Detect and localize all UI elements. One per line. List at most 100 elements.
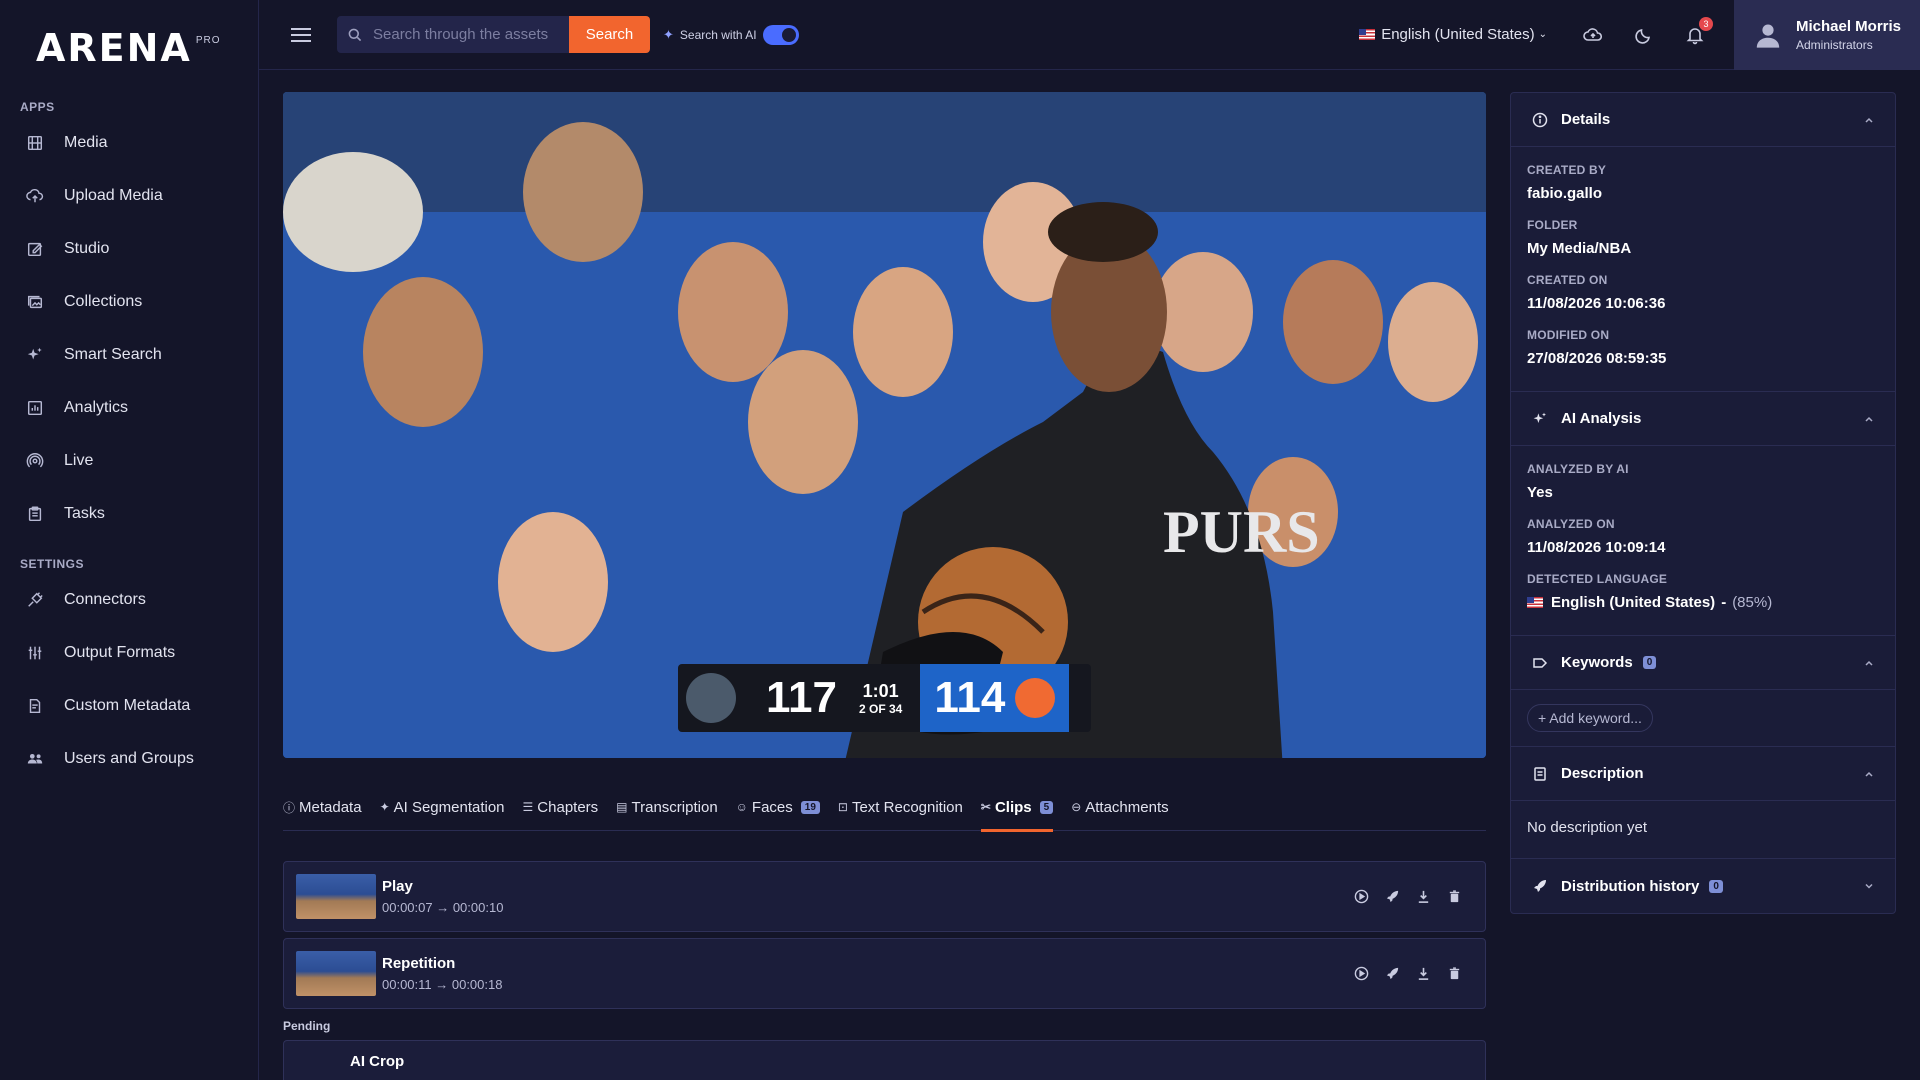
clip-thumbnail: [296, 951, 376, 996]
sliders-icon: [24, 642, 46, 664]
rocket-icon[interactable]: [1384, 965, 1401, 982]
list-item[interactable]: Repetition 00:00:11 → 00:00:18: [283, 938, 1486, 1009]
avatar: [1756, 24, 1780, 48]
field-label: MODIFIED ON: [1527, 328, 1610, 342]
sparkles-icon: ✦: [663, 26, 674, 42]
detail-field: ANALYZED ON 11/08/2026 10:09:14: [1527, 517, 1879, 556]
tab-clips[interactable]: ✂ Clips 5: [980, 784, 1054, 832]
sidebar-item-output-formats[interactable]: Output Formats: [0, 626, 258, 679]
separator: -: [1721, 594, 1727, 611]
trash-icon[interactable]: [1446, 965, 1463, 982]
sidebar-item-label: Collections: [64, 292, 143, 310]
sidebar-item-analytics[interactable]: Analytics: [0, 381, 258, 434]
document-icon: [1531, 765, 1549, 783]
broadcast-icon: [24, 450, 46, 472]
tab-label: Metadata: [299, 798, 362, 816]
sidebar-item-label: Media: [64, 133, 108, 151]
team-logo-icon: [686, 673, 736, 723]
logo-pro-label: PRO: [195, 34, 221, 46]
ai-analysis-body: ANALYZED BY AI Yes ANALYZED ON 11/08/2026 …: [1511, 446, 1895, 636]
us-flag-icon: [1359, 29, 1376, 40]
us-flag-icon: [1527, 597, 1543, 608]
away-score-block: 114: [920, 664, 1070, 732]
sparkles-icon: ✦: [379, 800, 390, 814]
content: PURS 1 117 1:01 2 OF 34 114: [259, 70, 1920, 1080]
pending-task-title: AI Crop: [350, 1053, 405, 1070]
detected-language-value: English (United States) - (85%): [1527, 594, 1879, 611]
sidebar-item-label: Custom Metadata: [64, 696, 191, 714]
list-item[interactable]: Play 00:00:07 → 00:00:10: [283, 861, 1486, 932]
info-icon: [1531, 111, 1549, 129]
description-title: Description: [1561, 765, 1644, 782]
search-input[interactable]: [373, 26, 553, 43]
sidebar-item-label: Output Formats: [64, 643, 176, 661]
language-label: English (United States): [1381, 26, 1535, 43]
ai-analysis-header[interactable]: AI Analysis: [1511, 392, 1895, 446]
cloud-upload-button[interactable]: [1581, 23, 1605, 47]
clip-actions: [1353, 965, 1463, 982]
moon-icon: [1635, 28, 1650, 44]
search-button[interactable]: Search: [569, 16, 650, 53]
sidebar-item-live[interactable]: Live: [0, 434, 258, 487]
clip-thumbnail: [296, 874, 376, 919]
tab-metadata[interactable]: ⓘ Metadata: [283, 784, 362, 831]
top-bar: Search ✦ Search with AI English (United …: [259, 0, 1920, 70]
sidebar-item-connectors[interactable]: Connectors: [0, 573, 258, 626]
details-header[interactable]: Details: [1511, 93, 1895, 147]
detail-field: ANALYZED BY AI Yes: [1527, 462, 1879, 501]
sidebar-item-users-and-groups[interactable]: Users and Groups: [0, 732, 258, 785]
download-icon[interactable]: [1415, 888, 1432, 905]
menu-toggle-icon[interactable]: [291, 24, 313, 46]
notification-count-badge: 3: [1699, 16, 1713, 31]
ai-search-toggle[interactable]: [762, 24, 799, 45]
tab-label: Transcription: [631, 798, 718, 816]
tab-attachments[interactable]: ⊖ Attachments: [1071, 784, 1168, 831]
sidebar-item-media[interactable]: Media: [0, 116, 258, 169]
tab-ai-segmentation[interactable]: ✦ AI Segmentation: [380, 784, 505, 831]
language-selector[interactable]: English (United States) ⌄: [1359, 26, 1547, 43]
tab-text-recognition[interactable]: ⊡ Text Recognition: [838, 784, 963, 831]
sidebar-item-label: Connectors: [64, 590, 146, 608]
field-value: My Media/NBA: [1527, 240, 1632, 257]
rocket-icon[interactable]: [1384, 888, 1401, 905]
search-icon: [348, 28, 362, 41]
tab-transcription[interactable]: ▤ Transcription: [616, 784, 717, 831]
user-menu[interactable]: Michael Morris Administrators: [1734, 0, 1920, 70]
sidebar-item-collections[interactable]: Collections: [0, 275, 258, 328]
clip-title: Repetition: [382, 955, 456, 972]
sidebar-item-custom-metadata[interactable]: Custom Metadata: [0, 679, 258, 732]
sidebar-item-tasks[interactable]: Tasks: [0, 487, 258, 540]
sidebar-item-label: Analytics: [64, 398, 129, 416]
tab-chapters[interactable]: ☰ Chapters: [523, 784, 599, 831]
details-card: Details CREATED BY fabio.gallo FOLDER My M…: [1510, 92, 1896, 914]
trash-icon[interactable]: [1446, 888, 1463, 905]
description-header[interactable]: Description: [1511, 747, 1895, 801]
game-clock-group: 1:01 2 OF 34: [859, 681, 902, 716]
notifications-button[interactable]: 3: [1683, 16, 1713, 47]
dark-mode-button[interactable]: [1632, 23, 1656, 47]
field-label: ANALYZED ON: [1527, 517, 1615, 531]
distribution-history-header[interactable]: Distribution history 0: [1511, 859, 1895, 913]
play-icon[interactable]: [1353, 965, 1370, 982]
tab-label: AI Segmentation: [393, 798, 505, 816]
sidebar-item-upload-media[interactable]: Upload Media: [0, 169, 258, 222]
keywords-title: Keywords: [1561, 654, 1633, 671]
sidebar-item-studio[interactable]: Studio: [0, 222, 258, 275]
keywords-header[interactable]: Keywords 0: [1511, 636, 1895, 690]
field-value: 11/08/2026 10:09:14: [1527, 539, 1666, 556]
download-icon[interactable]: [1415, 965, 1432, 982]
logo[interactable]: ARENA PRO: [0, 0, 258, 96]
field-label: FOLDER: [1527, 218, 1578, 232]
sidebar-item-smart-search[interactable]: Smart Search: [0, 328, 258, 381]
game-clock: 1:01: [862, 680, 899, 701]
play-icon[interactable]: [1353, 888, 1370, 905]
video-player[interactable]: PURS 1 117 1:01 2 OF 34 114: [283, 92, 1486, 758]
clip-time-range: 00:00:07 → 00:00:10: [382, 900, 504, 915]
sidebar-item-label: Live: [64, 451, 94, 469]
sparkles-icon: [24, 344, 46, 366]
video-frame-image: PURS 1: [283, 92, 1486, 758]
film-icon: [24, 132, 46, 154]
add-keyword-button[interactable]: + Add keyword...: [1527, 704, 1653, 732]
tab-faces[interactable]: ☺ Faces 19: [736, 784, 820, 831]
search-field[interactable]: [337, 16, 569, 53]
